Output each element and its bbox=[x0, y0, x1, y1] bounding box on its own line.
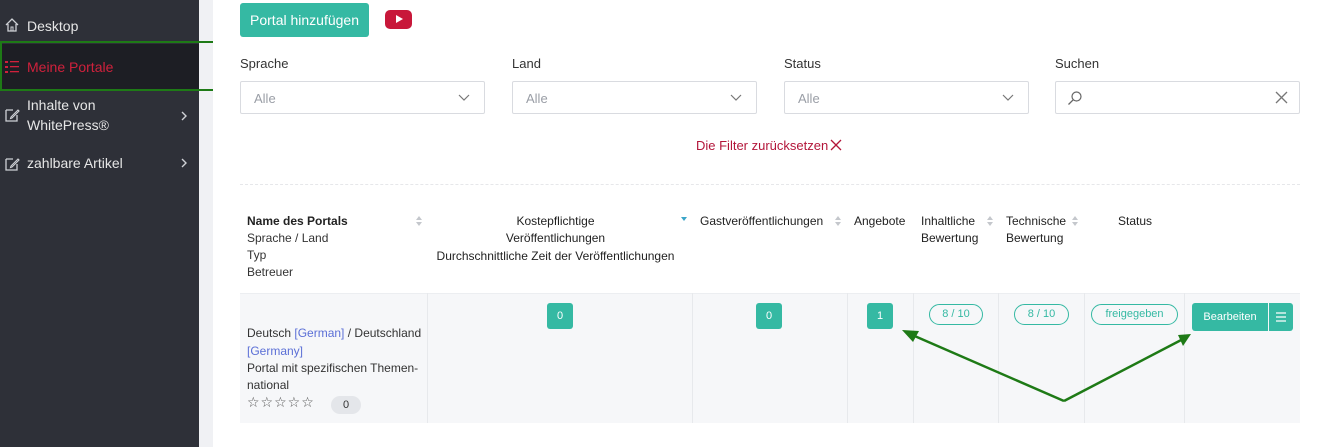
chevron-down-icon bbox=[1002, 94, 1014, 101]
header-paid-line1[interactable]: Kostepflichtige bbox=[428, 213, 683, 230]
header-status: Status bbox=[1118, 214, 1153, 228]
row-menu-button[interactable] bbox=[1269, 303, 1293, 331]
status-badge: freigegeben bbox=[1091, 304, 1178, 325]
sidebar-item-label: Desktop bbox=[27, 18, 79, 34]
header-betreuer: Betreuer bbox=[247, 265, 294, 279]
sidebar-item-label: Inhalte von WhitePress® bbox=[27, 97, 109, 133]
sidebar-item-label: zahlbare Artikel bbox=[27, 155, 123, 171]
menu-icon bbox=[1276, 312, 1286, 322]
rating-stars: ☆☆☆☆☆ bbox=[247, 394, 315, 410]
column-divider bbox=[427, 293, 428, 423]
edit-icon bbox=[5, 109, 20, 122]
portal-type: Portal mit spezifischen Themen- bbox=[247, 361, 419, 375]
sort-icon[interactable] bbox=[834, 215, 842, 227]
sidebar-item-portale[interactable]: Meine Portale bbox=[0, 44, 199, 90]
header-tech-line1[interactable]: Technische bbox=[1006, 213, 1066, 230]
content-score-pill: 8 / 10 bbox=[929, 304, 983, 325]
sort-icon[interactable] bbox=[1071, 215, 1079, 227]
sidebar-item-inhalte[interactable]: Inhalte von WhitePress® bbox=[0, 94, 199, 140]
select-value: Alle bbox=[526, 91, 548, 106]
select-value: Alle bbox=[254, 91, 276, 106]
sidebar: Desktop Meine Portale Inhalte von WhiteP… bbox=[0, 0, 199, 447]
country-link[interactable]: [Germany] bbox=[247, 343, 303, 360]
sidebar-item-artikel[interactable]: zahlbare Artikel bbox=[0, 152, 199, 176]
search-icon bbox=[1068, 91, 1082, 105]
search-input[interactable] bbox=[1055, 81, 1300, 114]
language-text: Deutsch bbox=[247, 326, 292, 340]
sidebar-item-label: Meine Portale bbox=[27, 59, 114, 75]
filter-label-suchen: Suchen bbox=[1055, 56, 1100, 71]
filter-label-land: Land bbox=[512, 56, 541, 71]
chevron-right-icon bbox=[181, 111, 187, 121]
main-content: Portal hinzufügen Sprache Alle Land Alle… bbox=[213, 0, 1333, 447]
clear-icon[interactable] bbox=[1275, 91, 1288, 104]
column-divider bbox=[1084, 293, 1085, 423]
portal-language: Deutsch [German] / Deutschland bbox=[247, 325, 421, 342]
header-tech-line2: Bewertung bbox=[1006, 231, 1064, 245]
offers-count-badge[interactable]: 1 bbox=[867, 303, 893, 329]
header-paid-subtitle: Durchschnittliche Zeit der Veröffentlich… bbox=[436, 249, 675, 263]
sort-icon[interactable] bbox=[415, 215, 423, 227]
youtube-icon[interactable] bbox=[385, 10, 412, 29]
header-typ: Typ bbox=[247, 248, 267, 262]
close-icon[interactable] bbox=[830, 139, 842, 151]
paid-count-badge[interactable]: 0 bbox=[547, 303, 573, 329]
edit-button[interactable]: Bearbeiten bbox=[1192, 303, 1268, 331]
language-link[interactable]: [German] bbox=[294, 326, 344, 340]
home-icon bbox=[5, 18, 19, 32]
sprache-select[interactable]: Alle bbox=[240, 81, 485, 114]
chevron-down-icon bbox=[730, 94, 742, 101]
list-icon bbox=[5, 61, 19, 73]
sort-icon[interactable] bbox=[986, 215, 994, 227]
land-select[interactable]: Alle bbox=[512, 81, 757, 114]
divider bbox=[240, 184, 1300, 185]
header-name[interactable]: Name des Portals bbox=[247, 213, 348, 230]
column-divider bbox=[1184, 293, 1185, 423]
sort-desc-icon[interactable] bbox=[680, 215, 688, 227]
column-divider bbox=[913, 293, 914, 423]
tech-score-pill: 8 / 10 bbox=[1014, 304, 1069, 325]
column-divider bbox=[847, 293, 848, 423]
header-offers[interactable]: Angebote bbox=[854, 213, 905, 230]
status-select[interactable]: Alle bbox=[784, 81, 1029, 114]
chevron-right-icon bbox=[181, 158, 187, 168]
rating-count: 0 bbox=[331, 396, 361, 414]
guest-count-badge[interactable]: 0 bbox=[756, 303, 782, 329]
sidebar-item-desktop[interactable]: Desktop bbox=[0, 14, 199, 38]
add-portal-button[interactable]: Portal hinzufügen bbox=[240, 3, 369, 37]
column-divider bbox=[692, 293, 693, 423]
portal-type-cont: national bbox=[247, 378, 290, 392]
filter-label-status: Status bbox=[784, 56, 821, 71]
header-sprache-land: Sprache / Land bbox=[247, 231, 329, 245]
reset-filters-link[interactable]: Die Filter zurücksetzen bbox=[696, 138, 828, 153]
header-guest[interactable]: Gastveröffentlichungen bbox=[700, 213, 823, 230]
column-divider bbox=[998, 293, 999, 423]
header-content-line1[interactable]: Inhaltliche bbox=[921, 213, 975, 230]
header-paid-line2: Veröffentlichungen bbox=[505, 231, 606, 245]
header-content-line2: Bewertung bbox=[921, 231, 979, 245]
country-text: / Deutschland bbox=[347, 326, 422, 340]
select-value: Alle bbox=[798, 91, 820, 106]
edit-icon bbox=[5, 158, 20, 171]
chevron-down-icon bbox=[458, 94, 470, 101]
filter-label-sprache: Sprache bbox=[240, 56, 289, 71]
